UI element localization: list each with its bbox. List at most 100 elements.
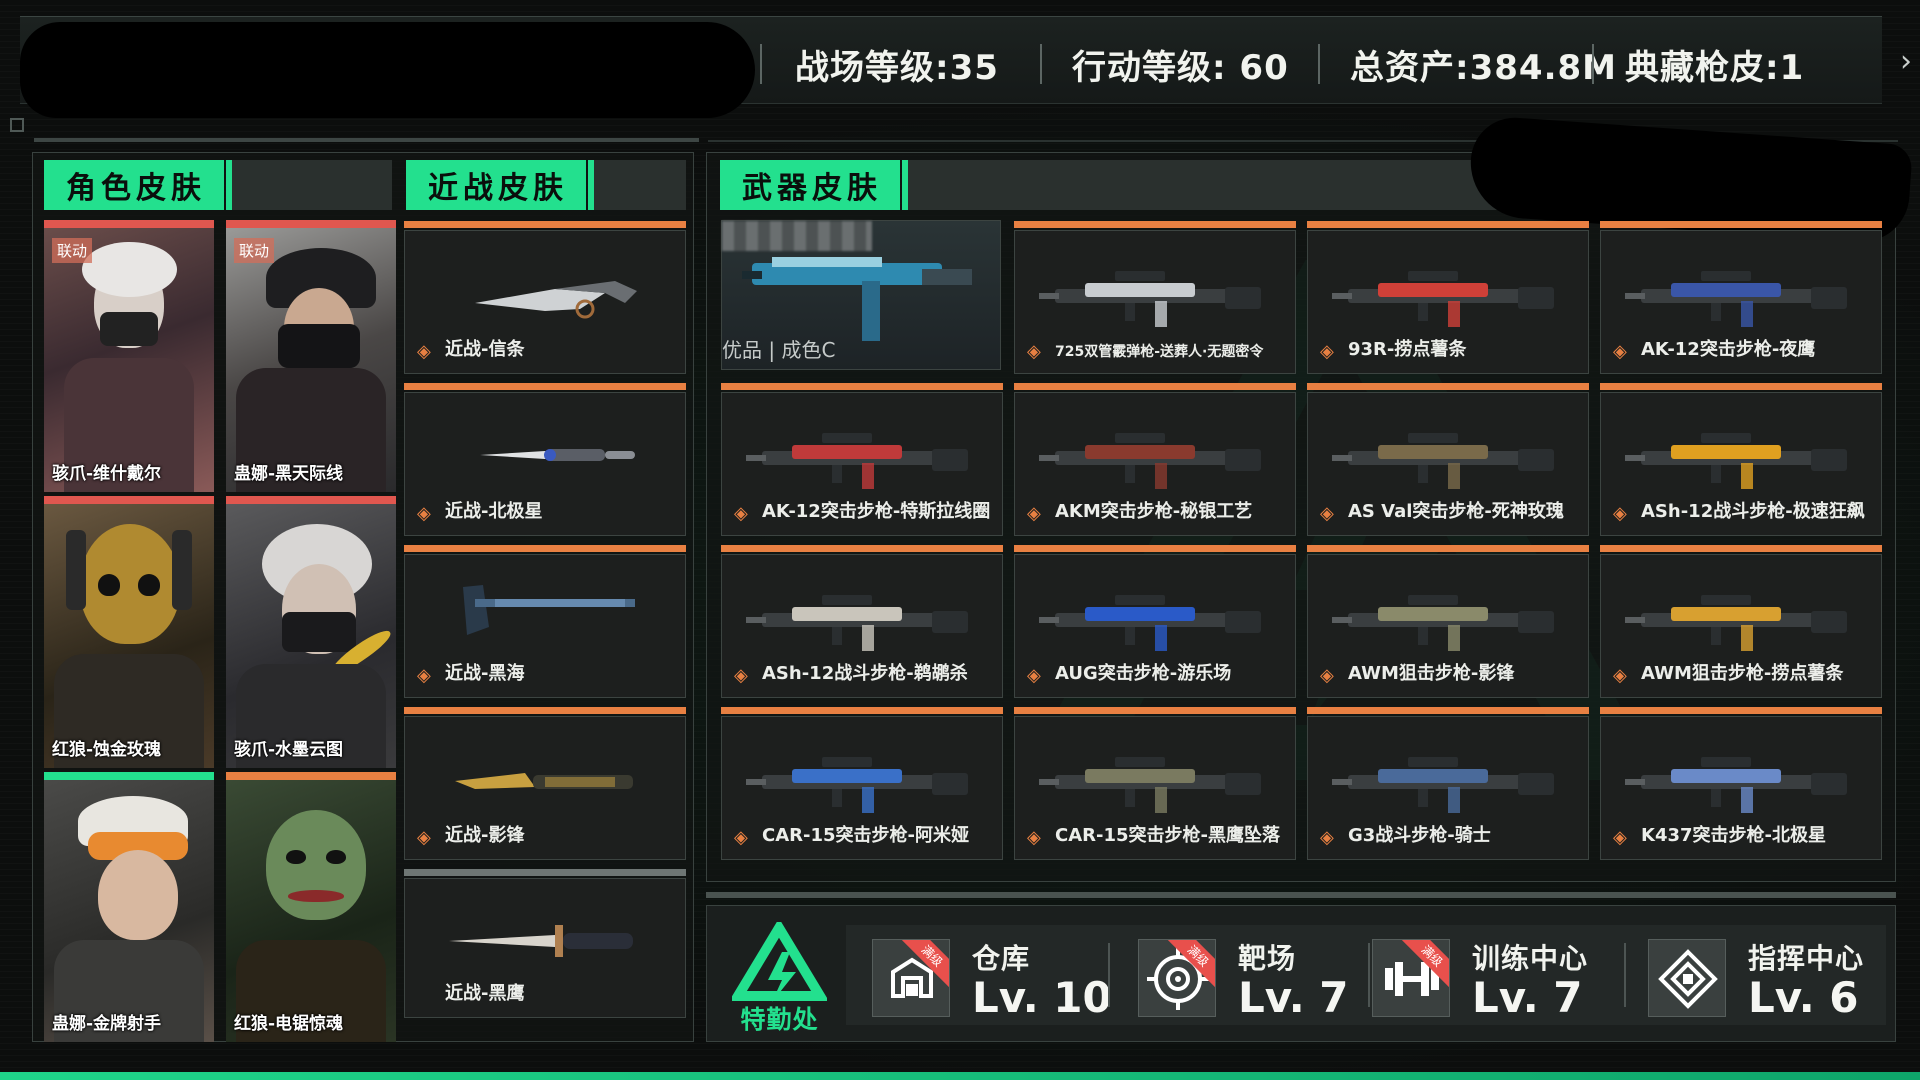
weapon-skin-card[interactable]: ◈ 725双管霰弹枪-送葬人·无题密令 — [1014, 221, 1296, 374]
rarity-bar — [44, 772, 214, 780]
weapon-skin-card[interactable]: ◈ CAR-15突击步枪-黑鹰坠落 — [1014, 707, 1296, 860]
melee-skin-card[interactable]: ◈ 近战-信条 — [404, 221, 686, 374]
rarity-diamond-icon: ◈ — [1027, 503, 1041, 524]
rarity-diamond-icon: ◈ — [1027, 665, 1041, 686]
weapon-skin-label: AK-12突击步枪-特斯拉线圈 — [762, 501, 991, 522]
rarity-bar — [1307, 545, 1589, 552]
weapon-skin-card[interactable]: ◈ CAR-15突击步枪-阿米娅 — [721, 707, 1003, 860]
rarity-bar — [721, 383, 1003, 390]
character-skin-card[interactable]: 联动 骇爪-维什戴尔 — [44, 220, 214, 492]
facility-command[interactable]: 指挥中心 Lv. 6 — [1622, 925, 1884, 1025]
weapon-skin-card[interactable]: ◈ AK-12突击步枪-夜鹰 — [1600, 221, 1882, 374]
redacted-user-info — [20, 22, 755, 118]
rarity-bar — [226, 220, 396, 228]
divider — [34, 138, 699, 142]
weapon-skin-label: CAR-15突击步枪-阿米娅 — [762, 825, 969, 846]
weapon-skin-label: CAR-15突击步枪-黑鹰坠落 — [1055, 825, 1280, 846]
character-skin-card[interactable]: 蛊娜-金牌射手 — [44, 772, 214, 1042]
character-portrait — [226, 780, 396, 1042]
section-title-melee: 近战皮肤 — [406, 160, 594, 210]
section-bar — [232, 160, 392, 210]
melee-skin-card[interactable]: 近战-黑鹰 — [404, 869, 686, 1018]
command-icon — [1648, 939, 1726, 1017]
weapon-skin-card[interactable]: ◈ K437突击步枪-北极星 — [1600, 707, 1882, 860]
rarity-bar — [1014, 707, 1296, 714]
character-skin-card[interactable]: 联动 蛊娜-黑天际线 — [226, 220, 396, 492]
weapon-skin-card[interactable]: ◈ AWM狙击步枪-捞点薯条 — [1600, 545, 1882, 698]
facility-level: Lv. 10 — [972, 973, 1112, 1022]
featured-weapon-card[interactable]: 优品 | 成色C — [721, 220, 1001, 370]
weapon-skin-card[interactable]: ◈ AWM狙击步枪-影锋 — [1307, 545, 1589, 698]
facility-training[interactable]: 满级 训练中心 Lv. 7 — [1346, 925, 1608, 1025]
facility-level: Lv. 7 — [1238, 973, 1349, 1022]
melee-skin-card[interactable]: ◈ 近战-黑海 — [404, 545, 686, 698]
facility-list: 满级 仓库 Lv. 10 满级 靶场 Lv. 7 满级 训练中心 Lv. 7 指… — [846, 925, 1886, 1025]
weapon-skin-card[interactable]: ◈ 93R-捞点薯条 — [1307, 221, 1589, 374]
character-skin-card[interactable]: 红狼-蚀金玫瑰 — [44, 496, 214, 768]
rarity-bar — [404, 545, 686, 552]
melee-skin-label: 近战-黑鹰 — [445, 983, 525, 1004]
rarity-diamond-icon: ◈ — [1320, 341, 1334, 362]
rarity-diamond-icon: ◈ — [417, 503, 431, 524]
weapon-skin-label: ASh-12战斗步枪-极速狂飙 — [1641, 501, 1865, 522]
operation-level: 行动等级: 60 — [1072, 48, 1289, 88]
rarity-bar — [1307, 383, 1589, 390]
character-skin-card[interactable]: 骇爪-水墨云图 — [226, 496, 396, 768]
weapon-skin-card[interactable]: ◈ AK-12突击步枪-特斯拉线圈 — [721, 383, 1003, 536]
melee-skin-card[interactable]: ◈ 近战-北极星 — [404, 383, 686, 536]
melee-skin-label: 近战-北极星 — [445, 501, 543, 522]
rarity-bar — [721, 545, 1003, 552]
facility-range[interactable]: 满级 靶场 Lv. 7 — [1112, 925, 1374, 1025]
character-skin-label: 红狼-蚀金玫瑰 — [52, 740, 162, 760]
special-ops-label: 特勤处 — [740, 1005, 819, 1034]
character-portrait — [44, 504, 214, 768]
facility-name: 指挥中心 — [1748, 942, 1865, 975]
rarity-diamond-icon: ◈ — [1320, 827, 1334, 848]
rarity-bar — [1014, 221, 1296, 228]
character-portrait — [44, 780, 214, 1042]
warehouse-icon: 满级 — [872, 939, 950, 1017]
weapon-skin-label: ASh-12战斗步枪-鹈鹕杀 — [762, 663, 968, 684]
facility-level: Lv. 7 — [1472, 973, 1583, 1022]
melee-skin-card[interactable]: ◈ 近战-影锋 — [404, 707, 686, 860]
rarity-bar — [1600, 221, 1882, 228]
character-skin-label: 红狼-电锯惊魂 — [234, 1014, 344, 1034]
section-title-character: 角色皮肤 — [44, 160, 232, 210]
weapon-skin-label: AUG突击步枪-游乐场 — [1055, 663, 1232, 684]
chevron-right-icon[interactable]: › — [1900, 44, 1912, 79]
melee-skin-label: 近战-影锋 — [445, 825, 525, 846]
divider — [706, 892, 1896, 898]
weapon-skin-card[interactable]: ◈ ASh-12战斗步枪-鹈鹕杀 — [721, 545, 1003, 698]
character-portrait — [226, 228, 396, 492]
weapon-skin-card[interactable]: ◈ AS Val突击步枪-死神玫瑰 — [1307, 383, 1589, 536]
rarity-bar — [44, 496, 214, 504]
collab-badge: 联动 — [234, 238, 275, 263]
section-bar — [594, 160, 686, 210]
facility-level: Lv. 6 — [1748, 973, 1859, 1022]
facility-warehouse[interactable]: 满级 仓库 Lv. 10 — [846, 925, 1112, 1025]
rarity-diamond-icon: ◈ — [1613, 341, 1627, 362]
rarity-diamond-icon: ◈ — [1027, 341, 1041, 362]
character-skin-label: 骇爪-水墨云图 — [234, 740, 344, 760]
weapon-skin-label: AWM狙击步枪-影锋 — [1348, 663, 1515, 684]
weapon-skin-label: AWM狙击步枪-捞点薯条 — [1641, 663, 1844, 684]
character-skin-label: 骇爪-维什戴尔 — [52, 464, 162, 484]
rarity-bar — [404, 383, 686, 390]
melee-skin-label: 近战-信条 — [445, 339, 525, 360]
rarity-diamond-icon: ◈ — [1027, 827, 1041, 848]
rarity-diamond-icon: ◈ — [1320, 665, 1334, 686]
weapon-skin-card[interactable]: ◈ AKM突击步枪-秘银工艺 — [1014, 383, 1296, 536]
weapon-skin-card[interactable]: ◈ G3战斗步枪-骑士 — [1307, 707, 1589, 860]
weapon-skin-card[interactable]: ◈ ASh-12战斗步枪-极速狂飙 — [1600, 383, 1882, 536]
weapon-skin-label: K437突击步枪-北极星 — [1641, 825, 1826, 846]
weapon-skin-card[interactable]: ◈ AUG突击步枪-游乐场 — [1014, 545, 1296, 698]
rarity-diamond-icon: ◈ — [417, 827, 431, 848]
rarity-bar — [1014, 383, 1296, 390]
divider — [1318, 44, 1320, 84]
character-skin-card[interactable]: 红狼-电锯惊魂 — [226, 772, 396, 1042]
section-title-weapon: 武器皮肤 — [720, 160, 908, 210]
collection-skins: 典藏枪皮:1 — [1625, 48, 1805, 88]
battlefield-level: 战场等级:35 — [795, 48, 999, 88]
character-portrait — [44, 228, 214, 492]
rarity-diamond-icon: ◈ — [734, 665, 748, 686]
